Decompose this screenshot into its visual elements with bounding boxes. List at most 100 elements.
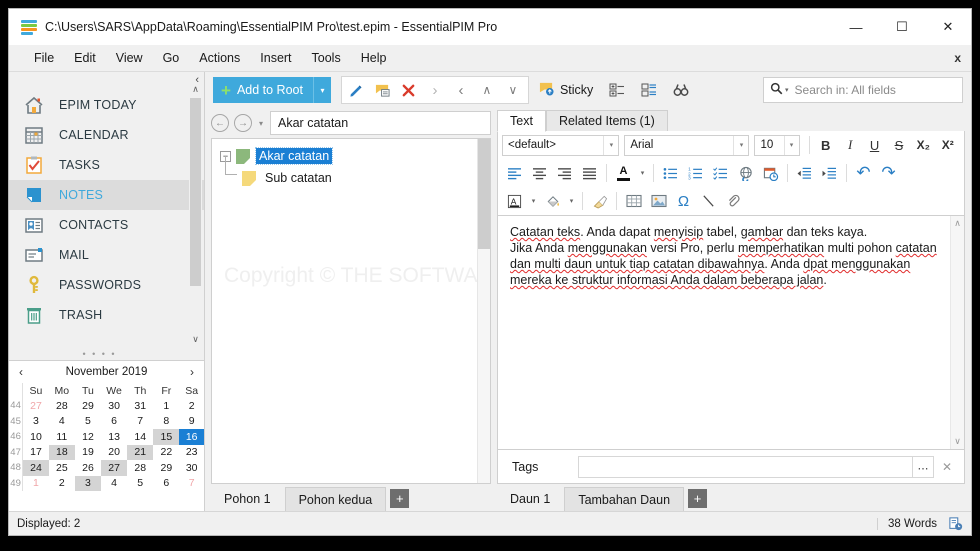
calendar-day-cell[interactable]: 20 — [101, 445, 127, 461]
move-up-button[interactable]: ∧ — [474, 78, 500, 102]
insert-image-button[interactable] — [646, 189, 671, 213]
calendar-day-cell[interactable]: 30 — [101, 398, 127, 414]
text-highlight-button[interactable]: A — [502, 189, 527, 213]
calendar-day-cell[interactable]: 7 — [179, 476, 204, 492]
calendar-day-cell[interactable]: 8 — [153, 414, 179, 430]
calendar-day-cell[interactable]: 31 — [127, 398, 153, 414]
sidebar-scroll-up-icon[interactable]: ∧ — [189, 82, 202, 96]
bullet-list-button[interactable] — [658, 161, 683, 185]
calendar-day-cell[interactable]: 29 — [153, 460, 179, 476]
move-down-button[interactable]: ∨ — [500, 78, 526, 102]
calendar-day-cell[interactable]: 29 — [75, 398, 101, 414]
search-input[interactable]: ▾ Search in: All fields — [763, 77, 963, 103]
fill-color-button[interactable] — [540, 189, 565, 213]
add-leaf-tab-button[interactable]: + — [688, 489, 707, 508]
calendar-day-cell[interactable]: 6 — [153, 476, 179, 492]
calendar-day-cell[interactable]: 25 — [49, 460, 75, 476]
sidebar-resize-grip[interactable]: • • • • — [9, 349, 190, 359]
align-left-button[interactable] — [502, 161, 527, 185]
search-scope-caret-icon[interactable]: ▾ — [785, 86, 789, 94]
menu-go[interactable]: Go — [154, 47, 189, 69]
tree-node-child[interactable]: Sub catatan — [212, 167, 490, 189]
numbered-list-button[interactable]: 123 — [683, 161, 708, 185]
calendar-day-cell[interactable]: 24 — [23, 460, 49, 476]
sidebar-scrollbar[interactable]: ∧ ∨ — [189, 82, 202, 346]
minimize-button[interactable]: — — [833, 9, 879, 45]
sidebar-item-contacts[interactable]: CONTACTS — [9, 210, 204, 240]
editor-scroll-down-icon[interactable]: ∨ — [954, 436, 961, 447]
calendar-day-cell[interactable]: 23 — [179, 445, 204, 461]
sync-status-icon[interactable] — [947, 517, 965, 531]
calendar-day-cell[interactable]: 11 — [49, 429, 75, 445]
tags-browse-button[interactable]: ⋯ — [913, 456, 934, 478]
calendar-day-cell[interactable]: 1 — [153, 398, 179, 414]
calendar-day-cell[interactable]: 13 — [101, 429, 127, 445]
undo-button[interactable]: ↶ — [851, 161, 876, 185]
sidebar-item-mail[interactable]: MAIL — [9, 240, 204, 270]
tab-related-items[interactable]: Related Items (1) — [546, 110, 668, 132]
tree-scroll-thumb[interactable] — [478, 139, 490, 249]
sidebar-item-epim-today[interactable]: EPIM TODAY — [9, 90, 204, 120]
leaf-tab-daun-1[interactable]: Daun 1 — [497, 487, 563, 511]
calendar-day-cell[interactable]: 2 — [179, 398, 204, 414]
sidebar-item-calendar[interactable]: CALENDAR — [9, 120, 204, 150]
forward-button[interactable]: → — [234, 114, 252, 132]
menu-file[interactable]: File — [25, 47, 63, 69]
calendar-day-cell[interactable]: 10 — [23, 429, 49, 445]
calendar-next-month-icon[interactable]: › — [184, 365, 200, 379]
superscript-button[interactable]: X² — [936, 133, 960, 157]
editor-scrollbar[interactable]: ∧ ∨ — [950, 216, 964, 449]
move-left-button[interactable]: ‹ — [448, 78, 474, 102]
new-note-button[interactable] — [370, 78, 396, 102]
insert-symbol-button[interactable]: Ω — [671, 189, 696, 213]
leaf-tab-tambahan-daun[interactable]: Tambahan Daun — [564, 487, 684, 511]
note-tree[interactable]: − Akar catatan Sub catatan Copyright © T… — [211, 138, 491, 484]
calendar-day-cell[interactable]: 30 — [179, 460, 204, 476]
tags-clear-icon[interactable]: ✕ — [934, 460, 960, 474]
calendar-day-cell[interactable]: 2 — [49, 476, 75, 492]
calendar-day-cell[interactable]: 27 — [23, 398, 49, 414]
redo-button[interactable]: ↷ — [876, 161, 901, 185]
sidebar-item-notes[interactable]: NOTES — [9, 180, 204, 210]
insert-datetime-button[interactable] — [758, 161, 783, 185]
breadcrumb-path[interactable]: Akar catatan — [270, 111, 491, 135]
insert-line-button[interactable] — [696, 189, 721, 213]
add-to-root-dropdown[interactable]: ▾ — [313, 77, 331, 103]
edit-note-button[interactable] — [344, 78, 370, 102]
chevron-down-icon[interactable]: ▾ — [603, 136, 618, 155]
calendar-day-cell[interactable]: 12 — [75, 429, 101, 445]
menu-edit[interactable]: Edit — [65, 47, 105, 69]
calendar-day-cell[interactable]: 19 — [75, 445, 101, 461]
sidebar-item-tasks[interactable]: TASKS — [9, 150, 204, 180]
chevron-down-icon[interactable]: ▾ — [784, 136, 799, 155]
font-color-dropdown[interactable]: ▾ — [636, 161, 649, 185]
close-document-icon[interactable]: x — [954, 51, 961, 65]
move-right-button[interactable]: › — [422, 78, 448, 102]
calendar-day-cell[interactable]: 27 — [101, 460, 127, 476]
calendar-day-cell[interactable]: 6 — [101, 414, 127, 430]
collapse-all-button[interactable] — [603, 77, 631, 103]
calendar-prev-month-icon[interactable]: ‹ — [13, 365, 29, 379]
menu-view[interactable]: View — [107, 47, 152, 69]
bold-button[interactable]: B — [814, 133, 838, 157]
find-button[interactable] — [667, 77, 695, 103]
sidebar-item-trash[interactable]: TRASH — [9, 300, 204, 330]
calendar-day-cell[interactable]: 5 — [127, 476, 153, 492]
calendar-day-cell[interactable]: 4 — [101, 476, 127, 492]
text-highlight-dropdown[interactable]: ▾ — [527, 189, 540, 213]
maximize-button[interactable]: ☐ — [879, 9, 925, 45]
subscript-button[interactable]: X₂ — [911, 133, 935, 157]
font-family-select[interactable]: Arial ▾ — [624, 135, 749, 156]
calendar-day-cell[interactable]: 26 — [75, 460, 101, 476]
note-text-area[interactable]: Catatan teks. Anda dapat menyisip tabel,… — [497, 216, 965, 450]
calendar-day-cell[interactable]: 15 — [153, 429, 179, 445]
strikethrough-button[interactable]: S — [887, 133, 911, 157]
calendar-day-cell[interactable]: 16 — [179, 429, 204, 445]
calendar-day-cell[interactable]: 3 — [23, 414, 49, 430]
sticky-note-button[interactable]: Sticky — [533, 77, 599, 103]
checklist-button[interactable] — [708, 161, 733, 185]
tags-input[interactable] — [578, 456, 913, 478]
align-center-button[interactable] — [527, 161, 552, 185]
tree-scrollbar[interactable] — [477, 139, 490, 483]
sidebar-scroll-thumb[interactable] — [190, 98, 201, 286]
